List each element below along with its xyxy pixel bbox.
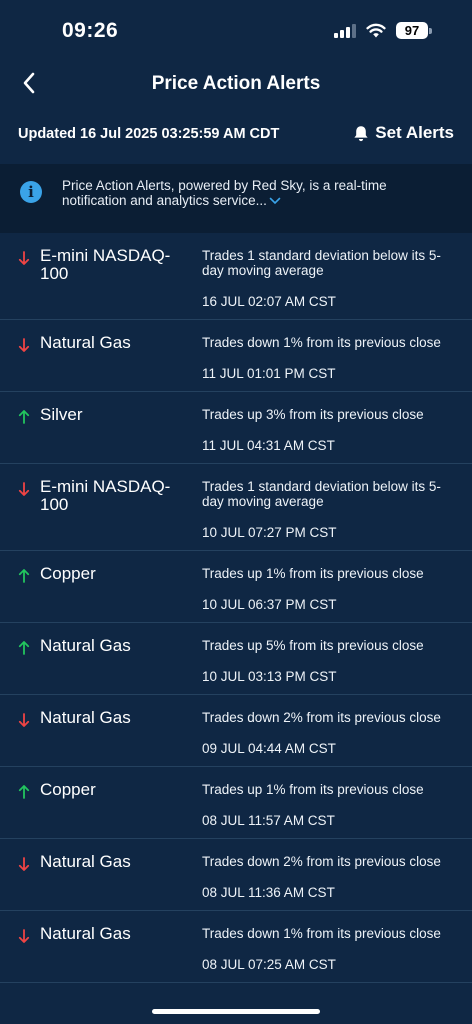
alert-timestamp: 10 JUL 03:13 PM CST: [202, 669, 337, 684]
arrow-up-icon: [18, 569, 30, 583]
price-action-alerts-screen: 09:26 97 Price Action Alerts Updated 16: [0, 0, 472, 1024]
bell-icon: [354, 125, 368, 141]
instrument-name: E-mini NASDAQ-100: [40, 246, 171, 283]
alert-description: Trades 1 standard deviation below its 5-…: [202, 479, 441, 509]
battery-icon: 97: [396, 22, 432, 39]
alert-description: Trades up 1% from its previous close: [202, 566, 424, 581]
instrument-name: Natural Gas: [40, 852, 131, 871]
cellular-signal-icon: [334, 23, 356, 38]
alert-row[interactable]: Silver Trades up 3% from its previous clo…: [0, 392, 472, 464]
instrument-name: Copper: [40, 780, 96, 799]
instrument-name: Natural Gas: [40, 708, 131, 727]
last-updated-text: Updated 16 Jul 2025 03:25:59 AM CDT: [18, 126, 280, 142]
status-bar: 09:26 97: [0, 0, 472, 62]
alert-description: Trades up 3% from its previous close: [202, 407, 424, 422]
page-title: Price Action Alerts: [151, 73, 321, 94]
alert-timestamp: 11 JUL 04:31 AM CST: [202, 438, 335, 453]
alert-row[interactable]: Copper Trades up 1% from its previous clo…: [0, 551, 472, 623]
alert-list: E-mini NASDAQ-100 Trades 1 standard devia…: [0, 233, 472, 983]
home-indicator: [152, 1009, 320, 1014]
alert-timestamp: 09 JUL 04:44 AM CST: [202, 741, 336, 756]
alert-row[interactable]: Natural Gas Trades down 2% from its previ…: [0, 839, 472, 911]
alert-row[interactable]: Natural Gas Trades down 1% from its previ…: [0, 320, 472, 392]
instrument-name: E-mini NASDAQ-100: [40, 477, 171, 514]
arrow-up-icon: [18, 785, 30, 799]
alert-timestamp: 08 JUL 11:57 AM CST: [202, 813, 335, 828]
alert-row[interactable]: Natural Gas Trades down 2% from its previ…: [0, 695, 472, 767]
alert-description: Trades down 2% from its previous close: [202, 710, 441, 725]
info-icon: i: [20, 181, 42, 203]
instrument-name: Natural Gas: [40, 333, 131, 352]
alert-row[interactable]: Natural Gas Trades up 5% from its previou…: [0, 623, 472, 695]
status-time: 09:26: [62, 19, 119, 42]
chevron-down-icon[interactable]: [269, 197, 281, 205]
set-alerts-button[interactable]: Set Alerts: [353, 123, 454, 143]
wifi-icon: [366, 23, 386, 38]
alert-timestamp: 08 JUL 07:25 AM CST: [202, 957, 336, 972]
alert-timestamp: 11 JUL 01:01 PM CST: [202, 366, 336, 381]
alert-timestamp: 10 JUL 06:37 PM CST: [202, 597, 337, 612]
alert-row[interactable]: E-mini NASDAQ-100 Trades 1 standard devia…: [0, 233, 472, 320]
nav-bar: Price Action Alerts: [0, 62, 472, 108]
instrument-name: Natural Gas: [40, 636, 131, 655]
alert-description: Trades down 1% from its previous close: [202, 926, 441, 941]
alert-description: Trades down 1% from its previous close: [202, 335, 441, 350]
alert-description: Trades 1 standard deviation below its 5-…: [202, 248, 441, 278]
instrument-name: Copper: [40, 564, 96, 583]
alert-row[interactable]: Natural Gas Trades down 1% from its previ…: [0, 911, 472, 983]
arrow-down-icon: [18, 338, 30, 352]
arrow-up-icon: [18, 641, 30, 655]
updated-row: Updated 16 Jul 2025 03:25:59 AM CDT Set …: [0, 112, 472, 162]
arrow-up-icon: [18, 410, 30, 424]
alert-description: Trades up 5% from its previous close: [202, 638, 424, 653]
info-description: Price Action Alerts, powered by Red Sky,…: [62, 178, 387, 208]
set-alerts-label: Set Alerts: [375, 123, 454, 142]
alert-timestamp: 08 JUL 11:36 AM CST: [202, 885, 335, 900]
arrow-down-icon: [18, 929, 30, 943]
alert-timestamp: 10 JUL 07:27 PM CST: [202, 525, 337, 540]
instrument-name: Natural Gas: [40, 924, 131, 943]
arrow-down-icon: [18, 713, 30, 727]
info-banner[interactable]: i Price Action Alerts, powered by Red Sk…: [0, 164, 472, 233]
battery-level: 97: [396, 22, 428, 39]
alert-description: Trades up 1% from its previous close: [202, 782, 424, 797]
instrument-name: Silver: [40, 405, 83, 424]
arrow-down-icon: [18, 857, 30, 871]
arrow-down-icon: [18, 482, 30, 496]
alert-description: Trades down 2% from its previous close: [202, 854, 441, 869]
arrow-down-icon: [18, 251, 30, 265]
alert-timestamp: 16 JUL 02:07 AM CST: [202, 294, 336, 309]
alert-row[interactable]: Copper Trades up 1% from its previous clo…: [0, 767, 472, 839]
status-icons: 97: [334, 22, 432, 39]
alert-row[interactable]: E-mini NASDAQ-100 Trades 1 standard devia…: [0, 464, 472, 551]
